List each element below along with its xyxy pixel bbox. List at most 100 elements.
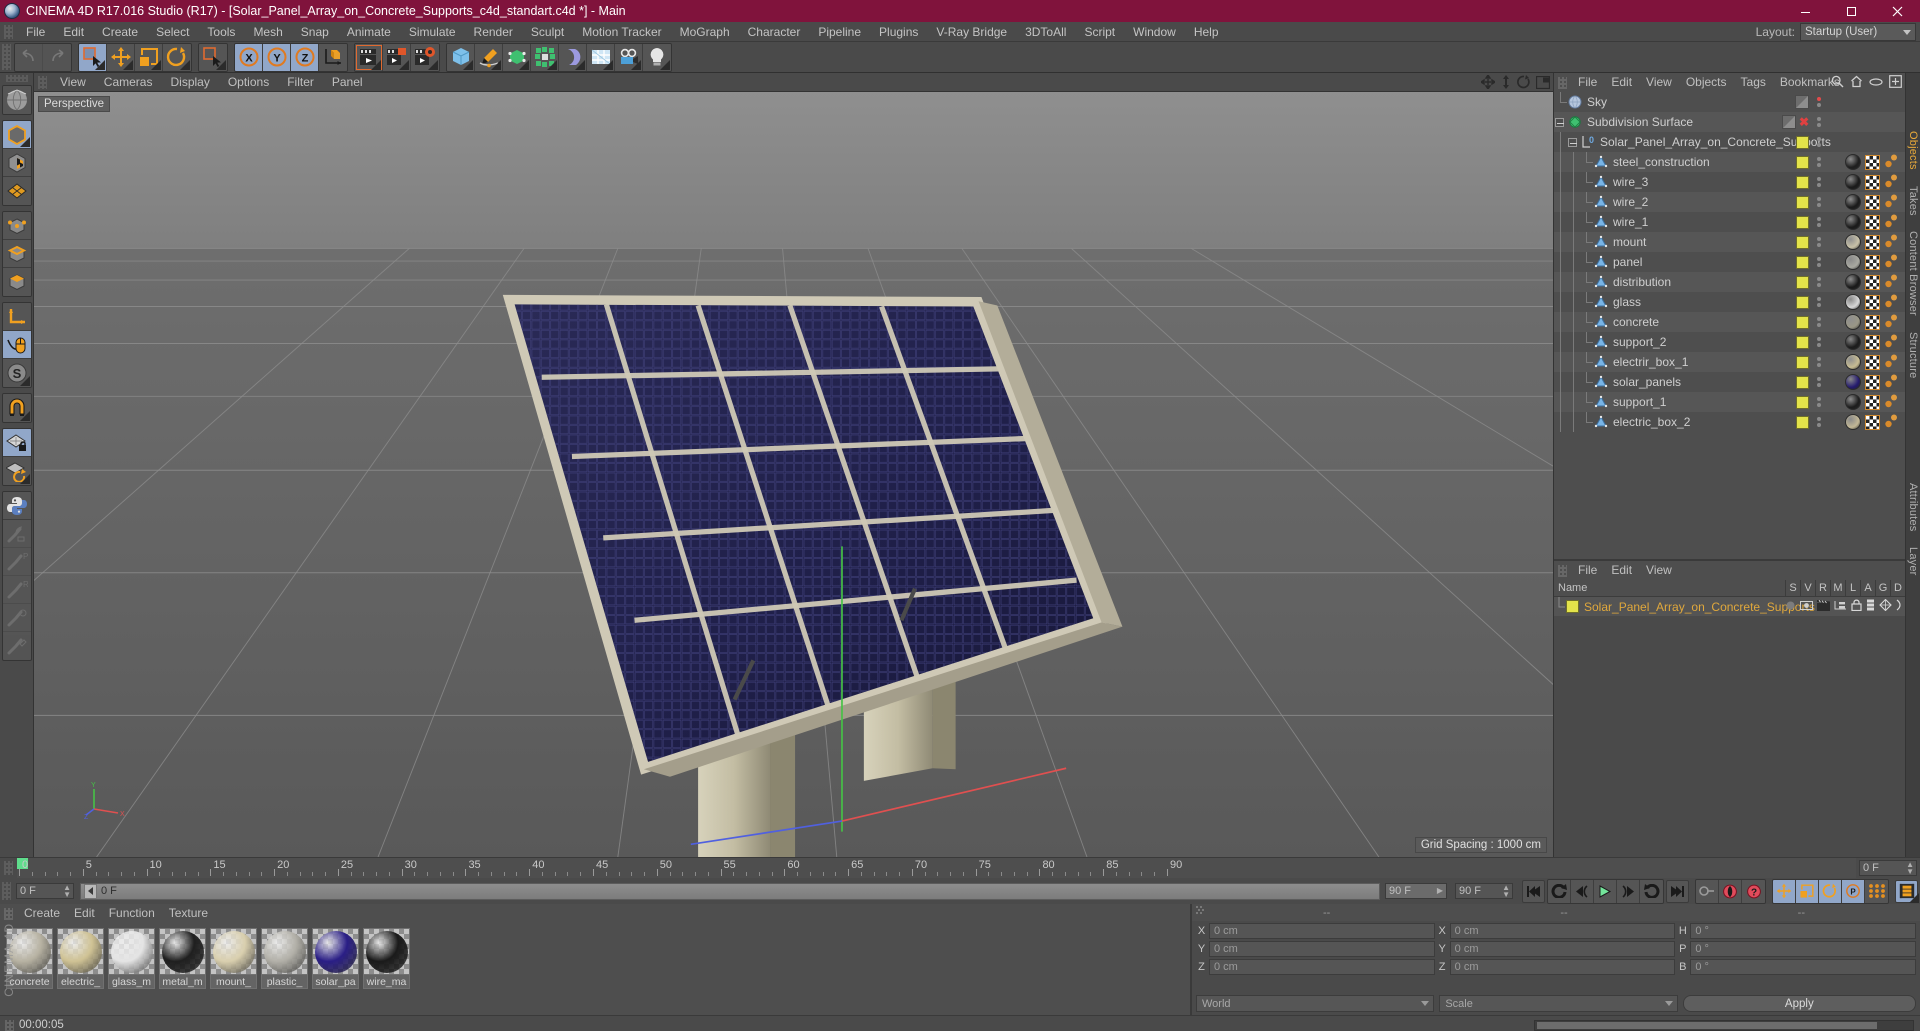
point-level-animation-button[interactable] <box>1865 879 1888 903</box>
layer-column-l[interactable]: L <box>1845 579 1860 597</box>
material-cell[interactable]: glass_m <box>108 928 155 989</box>
selection-tag-icon[interactable] <box>1884 393 1899 411</box>
position-y-field[interactable]: 0 cm <box>1209 941 1435 957</box>
wrench-p-button[interactable]: P <box>2 548 31 576</box>
texture-tag-icon[interactable] <box>1865 254 1880 270</box>
visibility-dots[interactable] <box>1817 337 1821 347</box>
model-mode-button[interactable] <box>2 121 31 149</box>
material-cell[interactable]: solar_pa <box>312 928 359 989</box>
object-manager-menu-edit[interactable]: Edit <box>1604 73 1639 92</box>
spinner-icon[interactable]: ▲ ▼ <box>1502 884 1510 899</box>
layer-chip[interactable] <box>1796 355 1809 369</box>
object-row-solar-panels[interactable]: solar_panels <box>1554 372 1905 392</box>
tab-content-browser[interactable]: Content Browser <box>1907 225 1919 322</box>
layer-manager-menu-view[interactable]: View <box>1639 561 1679 580</box>
render-to-picture-viewer-button[interactable] <box>383 43 411 71</box>
material-tag-icon[interactable] <box>1845 394 1861 410</box>
tab-attributes[interactable]: Attributes <box>1907 477 1919 537</box>
layer-chip[interactable] <box>1796 235 1809 249</box>
rotation-b-field[interactable]: 0 ° <box>1690 959 1917 975</box>
size-x-field[interactable]: 0 cm <box>1449 923 1676 939</box>
layer-column-r[interactable]: R <box>1815 579 1830 597</box>
position-x-field[interactable]: 0 cm <box>1209 923 1435 939</box>
go-to-end-button[interactable] <box>1666 879 1689 903</box>
layer-chip[interactable] <box>1796 395 1809 409</box>
selection-tag-icon[interactable] <box>1884 213 1899 231</box>
timeline-end-field[interactable]: 0 F ▲ ▼ <box>1859 860 1917 876</box>
layer-column-g[interactable]: G <box>1875 579 1890 597</box>
menu-item-mograph[interactable]: MoGraph <box>671 22 739 42</box>
material-tag-icon[interactable] <box>1845 234 1861 250</box>
lock-icon[interactable] <box>1851 599 1862 614</box>
material-preview[interactable] <box>363 928 410 975</box>
material-tag-icon[interactable] <box>1845 374 1861 390</box>
render-settings-button[interactable] <box>411 43 439 71</box>
measure-tool-button[interactable] <box>2 520 31 548</box>
viewport-menu-filter[interactable]: Filter <box>278 73 323 92</box>
apply-button[interactable]: Apply <box>1682 995 1916 1012</box>
workplane-rotate-button[interactable] <box>2 457 31 485</box>
object-row-wire-3[interactable]: wire_3 <box>1554 172 1905 192</box>
object-row-panel[interactable]: panel <box>1554 252 1905 272</box>
visibility-dots[interactable] <box>1817 297 1821 307</box>
selection-tag-icon[interactable] <box>1884 273 1899 291</box>
layer-row[interactable]: Solar_Panel_Array_on_Concrete_Supports <box>1554 597 1905 616</box>
lock-y-button[interactable]: Y <box>263 43 291 71</box>
texture-tag-icon[interactable] <box>1865 234 1880 250</box>
material-menu-function[interactable]: Function <box>102 904 162 923</box>
material-preview[interactable] <box>261 928 308 975</box>
python-button[interactable] <box>2 492 31 520</box>
home-icon[interactable] <box>1850 75 1863 91</box>
object-tags[interactable] <box>1845 273 1899 291</box>
lock-workplane-button[interactable] <box>2 429 31 457</box>
object-manager-menu-file[interactable]: File <box>1571 73 1604 92</box>
menu-item-animate[interactable]: Animate <box>338 22 400 42</box>
record-key-button[interactable] <box>1696 879 1719 903</box>
object-tags[interactable] <box>1845 193 1899 211</box>
search-icon[interactable] <box>1831 75 1844 91</box>
material-tag-icon[interactable] <box>1845 194 1861 210</box>
rotate-button[interactable] <box>163 43 191 71</box>
menu-item-script[interactable]: Script <box>1075 22 1124 42</box>
material-preview[interactable] <box>312 928 359 975</box>
material-tag-icon[interactable] <box>1845 214 1861 230</box>
material-preview[interactable] <box>57 928 104 975</box>
material-cell[interactable]: wire_ma <box>363 928 410 989</box>
array-button[interactable] <box>531 43 559 71</box>
wrench-r-button[interactable]: R <box>2 576 31 604</box>
soft-selection-button[interactable]: S <box>2 359 31 387</box>
viewport-maximize-icon[interactable] <box>1536 75 1550 89</box>
play-button[interactable] <box>1594 879 1617 903</box>
play-range-icon[interactable]: ▶ <box>1437 887 1443 895</box>
visibility-dots[interactable] <box>1817 217 1821 227</box>
layer-chip[interactable] <box>1796 175 1809 189</box>
layer-column-m[interactable]: M <box>1830 579 1845 597</box>
layer-color-chip[interactable] <box>1566 600 1579 613</box>
layer-column-a[interactable]: A <box>1860 579 1875 597</box>
menu-item-create[interactable]: Create <box>93 22 147 42</box>
menu-item-select[interactable]: Select <box>147 22 198 42</box>
texture-mode-button[interactable] <box>2 149 31 177</box>
menu-item-snap[interactable]: Snap <box>292 22 338 42</box>
object-row-electrir-box-1[interactable]: electrir_box_1 <box>1554 352 1905 372</box>
object-manager-menu-objects[interactable]: Objects <box>1679 73 1734 92</box>
visibility-dots[interactable] <box>1817 197 1821 207</box>
menu-item-character[interactable]: Character <box>739 22 810 42</box>
manager-icon[interactable] <box>1834 600 1847 614</box>
menu-item-sculpt[interactable]: Sculpt <box>522 22 573 42</box>
object-tags[interactable] <box>1845 153 1899 171</box>
texture-tag-icon[interactable] <box>1865 334 1880 350</box>
object-row-support-2[interactable]: support_2 <box>1554 332 1905 352</box>
layer-chip[interactable] <box>1796 215 1809 229</box>
scrubber-knob[interactable] <box>84 883 97 899</box>
size-y-field[interactable]: 0 cm <box>1449 941 1676 957</box>
go-to-start-button[interactable] <box>1522 879 1545 903</box>
material-cell[interactable]: mount_ <box>210 928 257 989</box>
workplane-mode-button[interactable] <box>2 177 31 205</box>
texture-tag-icon[interactable] <box>1865 274 1880 290</box>
layer-chip[interactable] <box>1796 195 1809 209</box>
selection-tag-icon[interactable] <box>1884 173 1899 191</box>
layer-chip[interactable] <box>1796 295 1809 309</box>
menu-item-plugins[interactable]: Plugins <box>870 22 927 42</box>
material-tag-icon[interactable] <box>1845 314 1861 330</box>
